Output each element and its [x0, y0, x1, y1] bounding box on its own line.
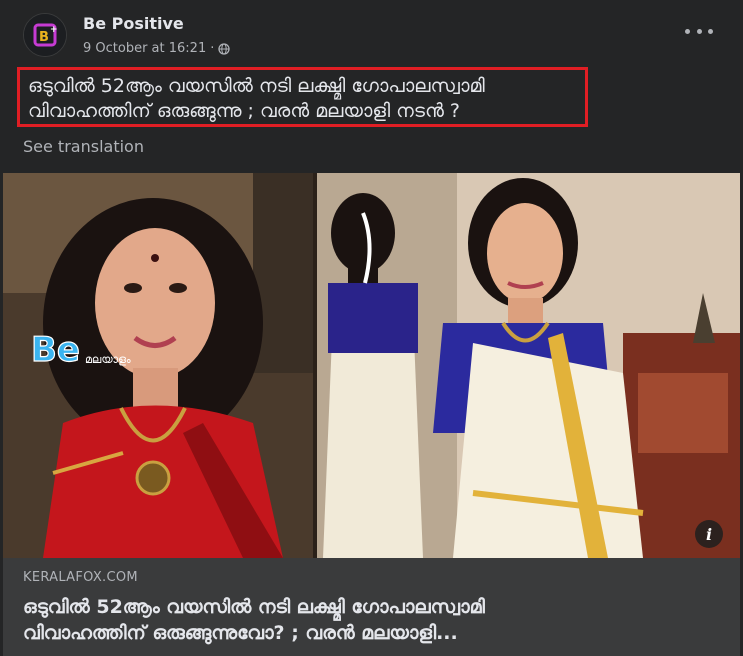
- link-title-line-1: ഒടുവിൽ 52ആം വയസിൽ നടി ലക്ഷ്മി ഗോപാലസ്വാമ…: [23, 596, 485, 618]
- watermark-logo: Be: [31, 330, 80, 370]
- be-positive-logo: B +: [24, 14, 66, 56]
- more-options-button[interactable]: [685, 24, 713, 38]
- meta-separator: ·: [210, 41, 215, 56]
- caption-line-1: ഒടുവിൽ 52ആം വയസിൽ നടി ലക്ഷ്മി ഗോപാലസ്വാമ…: [28, 75, 485, 97]
- link-title-line-2: വിവാഹത്തിന് ഒരുങ്ങുന്നുവോ? ; വരൻ മലയാളി.…: [23, 622, 458, 644]
- see-translation-link[interactable]: See translation: [23, 137, 144, 156]
- caption-line-2: വിവാഹത്തിന് ഒരുങ്ങുന്നു ; വരൻ മലയാളി നടൻ…: [28, 100, 460, 122]
- link-preview[interactable]: KERALAFOX.COM ഒടുവിൽ 52ആം വയസിൽ നടി ലക്ഷ…: [3, 558, 740, 656]
- page-avatar[interactable]: B +: [23, 13, 67, 57]
- info-button[interactable]: i: [695, 520, 723, 548]
- post-image[interactable]: Be മലയാളം i: [3, 173, 740, 558]
- post-timestamp[interactable]: 9 October at 16:21: [83, 41, 206, 56]
- link-title[interactable]: ഒടുവിൽ 52ആം വയസിൽ നടി ലക്ഷ്മി ഗോപാലസ്വാമ…: [23, 594, 723, 646]
- watermark-text: മലയാളം: [85, 353, 131, 366]
- svg-text:+: +: [50, 25, 58, 35]
- photo-collage: Be മലയാളം: [3, 173, 740, 558]
- facebook-post: B + Be Positive 9 October at 16:21 · ഒടു…: [0, 0, 743, 656]
- svg-text:B: B: [39, 30, 49, 45]
- globe-icon[interactable]: [218, 42, 231, 55]
- link-domain: KERALAFOX.COM: [23, 570, 138, 585]
- more-horizontal-icon: [685, 28, 690, 34]
- post-caption: ഒടുവിൽ 52ആം വയസിൽ നടി ലക്ഷ്മി ഗോപാലസ്വാമ…: [17, 67, 588, 127]
- post-meta: 9 October at 16:21 ·: [83, 41, 231, 56]
- page-name-link[interactable]: Be Positive: [83, 14, 184, 33]
